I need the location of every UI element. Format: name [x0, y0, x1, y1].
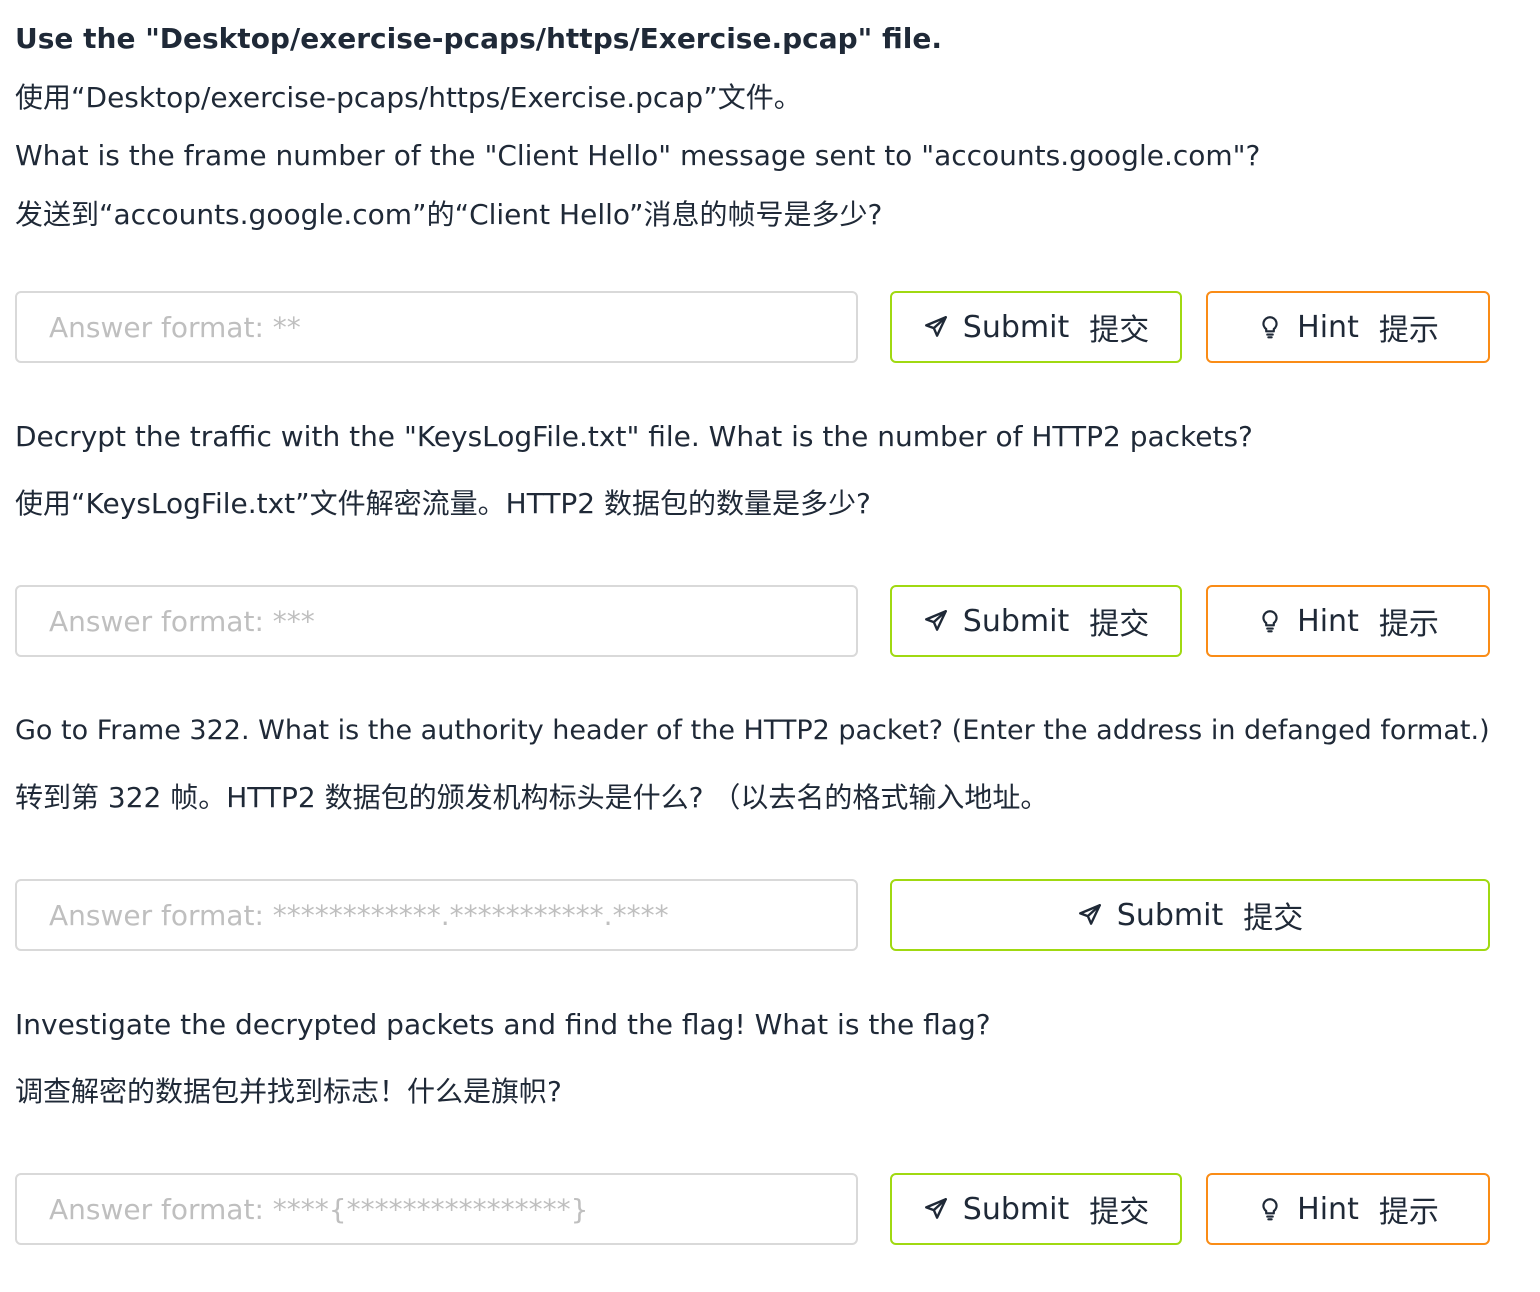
submit-label-en: Submit — [962, 309, 1070, 345]
question-4-text-cn: 调查解密的数据包并找到标志！什么是旗帜? — [15, 1075, 562, 1108]
submit-label-cn: 提交 — [1089, 313, 1150, 348]
question-1-submit-button[interactable]: Submit 提交 — [890, 291, 1182, 363]
submit-label-cn: 提交 — [1089, 1195, 1150, 1230]
question-3-text-en: Go to Frame 322. What is the authority h… — [15, 715, 1490, 746]
question-4-hint-button[interactable]: Hint 提示 — [1206, 1173, 1490, 1245]
question-1-hint-button[interactable]: Hint 提示 — [1206, 291, 1490, 363]
hint-label-cn: 提示 — [1378, 1195, 1439, 1230]
question-2-submit-button[interactable]: Submit 提交 — [890, 585, 1182, 657]
question-2-text-cn: 使用“KeysLogFile.txt”文件解密流量。HTTP2 数据包的数量是多… — [15, 487, 871, 520]
submit-label-cn: 提交 — [1089, 607, 1150, 642]
send-icon — [923, 608, 949, 634]
question-2-answer-input[interactable] — [15, 585, 858, 657]
send-icon — [923, 1196, 949, 1222]
hint-label-en: Hint — [1297, 1191, 1359, 1227]
send-icon — [923, 314, 949, 340]
submit-label-en: Submit — [1116, 897, 1224, 933]
send-icon — [1077, 902, 1103, 928]
question-1-answer-input[interactable] — [15, 291, 858, 363]
question-3-text-cn: 转到第 322 帧。HTTP2 数据包的颁发机构标头是什么? （以去名的格式输入… — [15, 781, 1049, 814]
hint-label-en: Hint — [1297, 603, 1359, 639]
question-4-submit-button[interactable]: Submit 提交 — [890, 1173, 1182, 1245]
question-4-text-en: Investigate the decrypted packets and fi… — [15, 1008, 991, 1041]
question-3-answer-input[interactable] — [15, 879, 858, 951]
submit-label-cn: 提交 — [1243, 901, 1304, 936]
question-2-text-en: Decrypt the traffic with the "KeysLogFil… — [15, 420, 1253, 453]
intro-text-en: Use the "Desktop/exercise-pcaps/https/Ex… — [15, 22, 942, 55]
question-1-text-en: What is the frame number of the "Client … — [15, 139, 1261, 172]
submit-label-en: Submit — [962, 603, 1070, 639]
bulb-icon — [1257, 314, 1283, 340]
bulb-icon — [1257, 608, 1283, 634]
question-1-text-cn: 发送到“accounts.google.com”的“Client Hello”消… — [15, 198, 883, 231]
hint-label-cn: 提示 — [1378, 607, 1439, 642]
submit-label-en: Submit — [962, 1191, 1070, 1227]
question-4-answer-input[interactable] — [15, 1173, 858, 1245]
intro-text-cn: 使用“Desktop/exercise-pcaps/https/Exercise… — [15, 81, 802, 114]
bulb-icon — [1257, 1196, 1283, 1222]
hint-label-cn: 提示 — [1378, 313, 1439, 348]
question-3-submit-button[interactable]: Submit 提交 — [890, 879, 1490, 951]
hint-label-en: Hint — [1297, 309, 1359, 345]
question-2-hint-button[interactable]: Hint 提示 — [1206, 585, 1490, 657]
